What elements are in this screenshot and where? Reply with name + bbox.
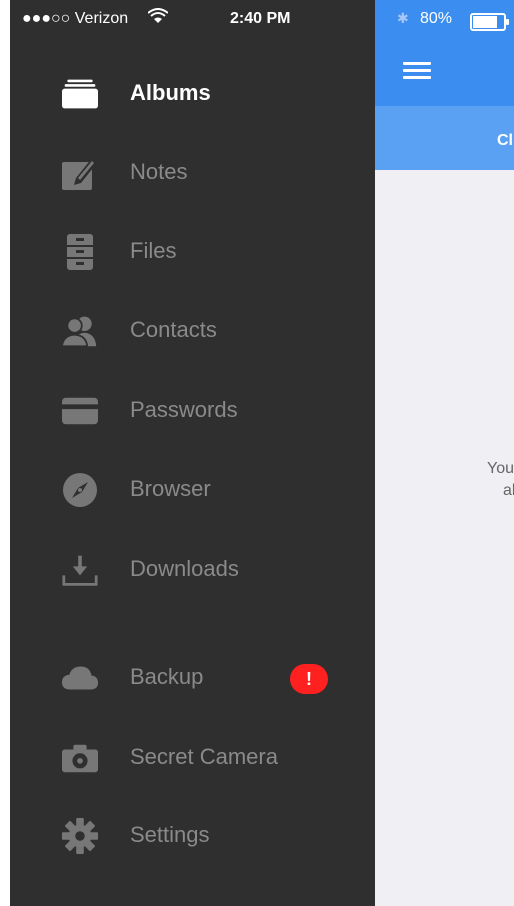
albums-icon <box>62 76 98 112</box>
empty-state-text: You al <box>487 460 514 499</box>
menu-item-downloads[interactable]: Downloads <box>10 542 375 598</box>
menu-item-passwords[interactable]: Passwords <box>10 383 375 439</box>
menu-label: Notes <box>130 159 188 184</box>
segment-label: Cl <box>497 132 513 149</box>
main-content: Cl You al <box>375 0 514 906</box>
contacts-icon <box>62 313 98 349</box>
menu-label: Secret Camera <box>130 744 278 769</box>
hamburger-menu-icon[interactable] <box>403 62 431 80</box>
menu-label: Backup <box>130 664 204 689</box>
side-drawer: Albums Notes Files Contacts Passwords Br… <box>10 0 375 906</box>
battery-icon <box>470 13 509 31</box>
menu-item-secret-camera[interactable]: Secret Camera <box>10 730 375 786</box>
screen: Cl You al Albums Notes Files Contacts Pa… <box>0 0 514 906</box>
battery-percent: 80% <box>420 10 453 27</box>
menu-label: Downloads <box>130 556 239 581</box>
backup-alert-badge: ! <box>290 664 328 694</box>
menu-item-notes[interactable]: Notes <box>10 145 375 201</box>
download-icon <box>62 552 98 588</box>
clock-label: 2:40 PM <box>230 10 291 27</box>
files-cabinet-icon <box>62 234 98 270</box>
menu-item-albums[interactable]: Albums <box>10 66 375 122</box>
menu-label: Browser <box>130 476 211 501</box>
menu-item-contacts[interactable]: Contacts <box>10 303 375 359</box>
menu-item-settings[interactable]: Settings <box>10 808 375 864</box>
menu-label: Settings <box>130 822 210 847</box>
menu-item-browser[interactable]: Browser <box>10 462 375 518</box>
compass-icon <box>62 472 98 508</box>
menu-label: Files <box>130 238 177 263</box>
status-bar: ●●●○○ Verizon 2:40 PM ✱ 80% <box>0 0 514 40</box>
carrier-label: ●●●○○ Verizon <box>22 10 129 27</box>
cloud-icon <box>62 660 98 696</box>
menu-item-backup[interactable]: Backup ! <box>10 650 375 706</box>
menu-label: Contacts <box>130 317 217 342</box>
camera-icon <box>62 740 98 776</box>
gear-icon <box>62 818 98 854</box>
bluetooth-icon: ✱ <box>397 10 409 26</box>
menu-item-files[interactable]: Files <box>10 224 375 280</box>
wifi-icon <box>148 8 168 24</box>
menu-label: Passwords <box>130 397 238 422</box>
notes-pencil-icon <box>62 155 98 191</box>
card-icon <box>62 393 98 429</box>
menu-label: Albums <box>130 80 211 105</box>
segment-bar[interactable]: Cl <box>375 106 514 170</box>
